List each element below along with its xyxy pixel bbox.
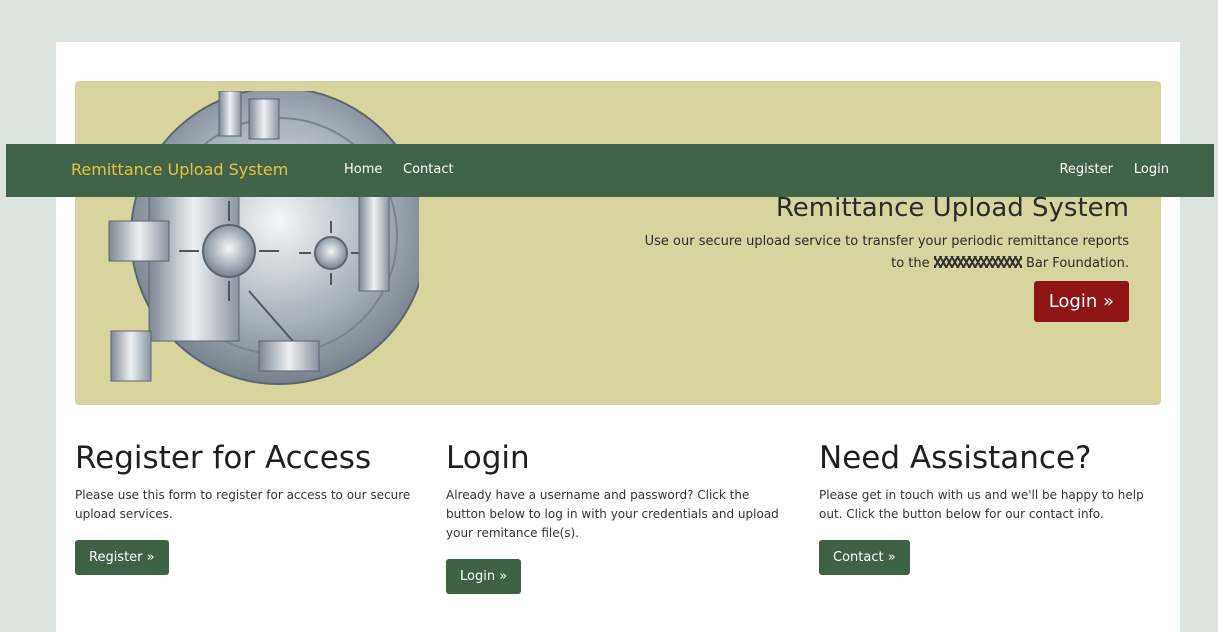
assistance-column: Need Assistance? Please get in touch wit… [819, 438, 1159, 575]
contact-button[interactable]: Contact » [819, 540, 910, 575]
nav-login-link[interactable]: Login [1134, 162, 1169, 177]
login-column: Login Already have a username and passwo… [446, 438, 786, 594]
nav-register-link[interactable]: Register [1059, 162, 1113, 177]
assistance-text: Please get in touch with us and we'll be… [819, 488, 1144, 521]
top-navbar: Remittance Upload System Home Contact Re… [6, 144, 1214, 197]
register-heading: Register for Access [75, 440, 372, 476]
register-column: Register for Access Please use this form… [75, 438, 415, 575]
page-container: Remittance Upload System Use our secure … [56, 42, 1180, 632]
hero-description: Use our secure upload service to transfe… [629, 231, 1129, 275]
nav-contact-link[interactable]: Contact [403, 162, 454, 177]
navbar-brand[interactable]: Remittance Upload System [71, 160, 288, 179]
hero-text-after: Bar Foundation. [1025, 256, 1129, 271]
hero-login-button[interactable]: Login » [1033, 281, 1129, 322]
hero-banner: Remittance Upload System Use our secure … [75, 81, 1161, 405]
register-text: Please use this form to register for acc… [75, 488, 411, 521]
vault-door-image [108, 91, 419, 385]
redacted-name-mark [933, 256, 1022, 268]
login-text: Already have a username and password? Cl… [446, 488, 779, 540]
assistance-heading: Need Assistance? [819, 440, 1092, 476]
nav-home-link[interactable]: Home [344, 162, 382, 177]
hero-title: Remittance Upload System [775, 193, 1129, 223]
login-heading: Login [446, 440, 530, 476]
register-button[interactable]: Register » [75, 540, 169, 575]
login-button[interactable]: Login » [446, 559, 522, 594]
